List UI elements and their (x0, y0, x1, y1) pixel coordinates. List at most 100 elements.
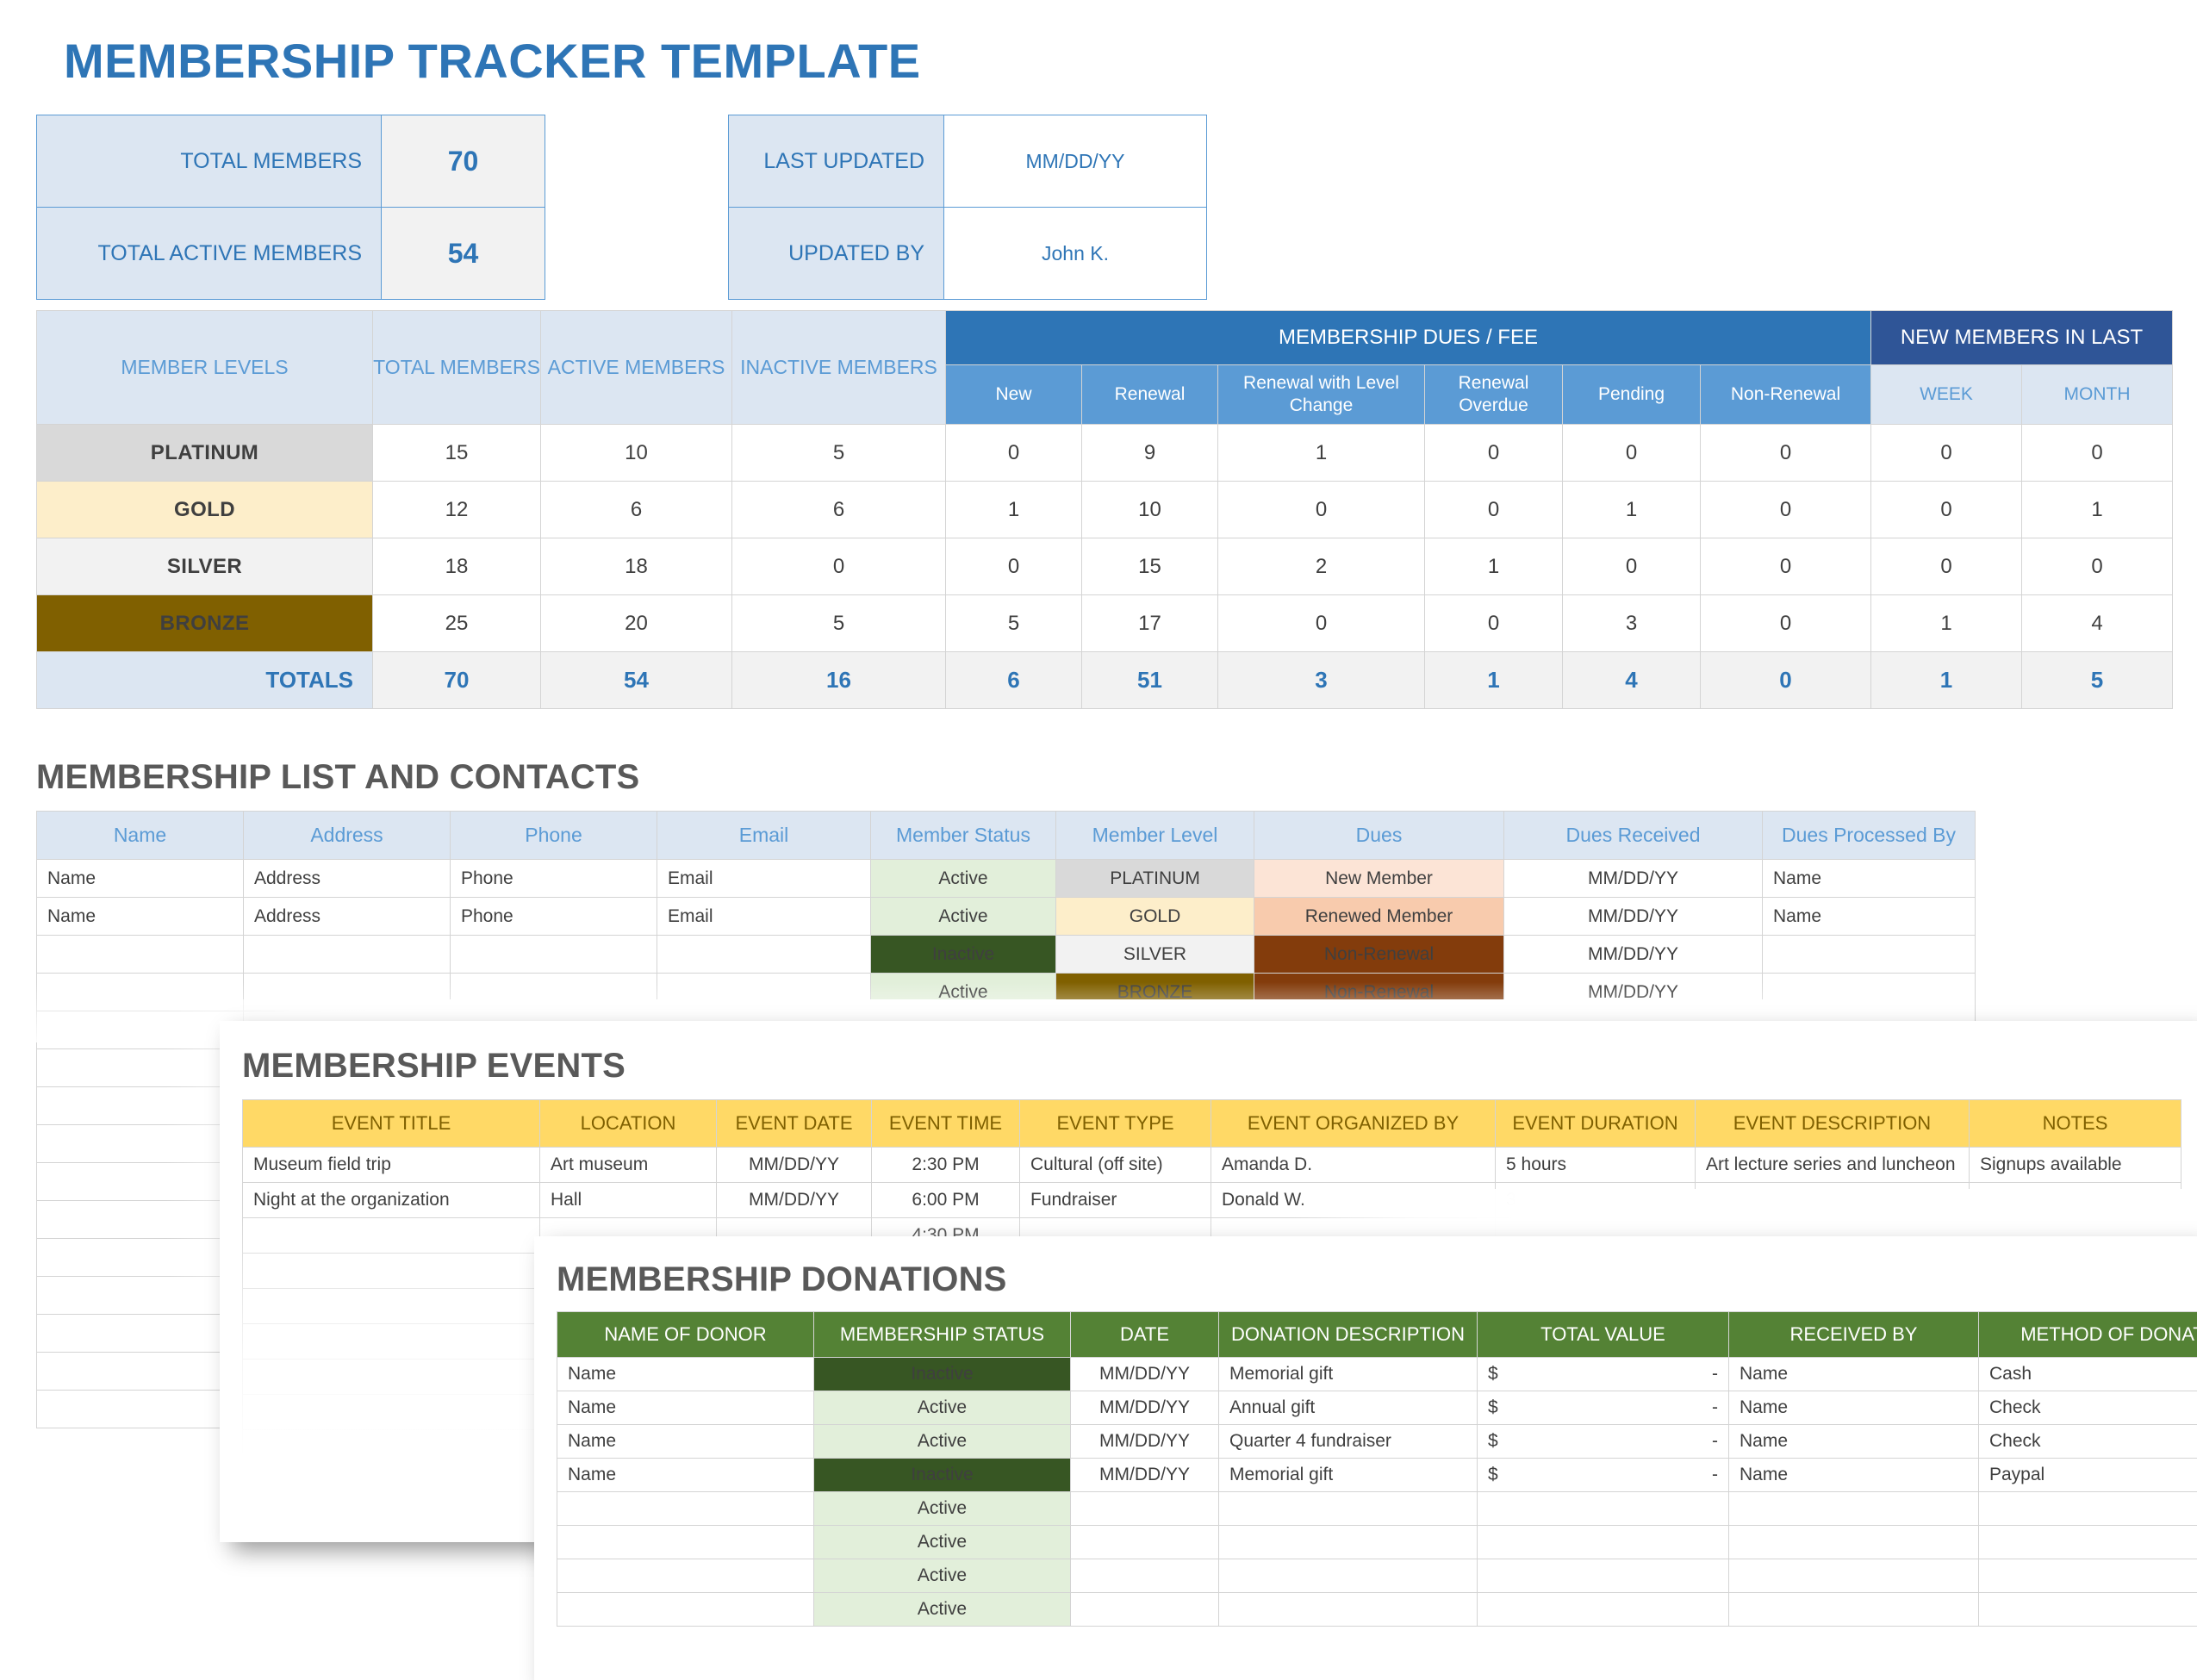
cell-empty[interactable] (36, 1352, 244, 1391)
cell-non-renewal[interactable]: 0 (1700, 538, 1871, 595)
cell-donation-description[interactable]: Annual gift (1218, 1391, 1478, 1425)
cell-event-title[interactable]: Night at the organization (242, 1182, 540, 1218)
cell-member-level[interactable]: PLATINUM (1055, 859, 1254, 898)
cell-name[interactable] (36, 973, 244, 1011)
total-active-members-value[interactable]: 54 (381, 207, 545, 300)
cell-dues[interactable]: Renewed Member (1254, 897, 1504, 936)
cell-event-time[interactable]: 6:00 PM (871, 1182, 1020, 1218)
cell-inactive[interactable]: 0 (731, 538, 946, 595)
cell-received-by[interactable]: Name (1728, 1458, 1979, 1492)
cell-received-by[interactable]: Name (1728, 1357, 1979, 1391)
cell-empty[interactable] (36, 1238, 244, 1277)
cell-non-renewal[interactable]: 0 (1700, 481, 1871, 538)
cell-received-by[interactable]: Name (1728, 1424, 1979, 1459)
cell-dues-processed-by[interactable]: Name (1762, 859, 1976, 898)
cell-total[interactable]: 18 (372, 538, 541, 595)
cell-empty[interactable] (36, 1162, 244, 1201)
cell-member-level[interactable]: GOLD (1055, 897, 1254, 936)
cell-month[interactable]: 0 (2021, 538, 2173, 595)
cell-empty[interactable] (36, 1086, 244, 1125)
cell-location[interactable]: Hall (539, 1182, 717, 1218)
cell-renewal[interactable]: 9 (1081, 424, 1218, 482)
cell-donation-description[interactable] (1218, 1559, 1478, 1593)
cell-month[interactable]: 0 (2021, 424, 2173, 482)
cell-address[interactable]: Address (243, 897, 451, 936)
cell-membership-status[interactable]: Inactive (813, 1458, 1071, 1492)
cell-new[interactable]: 5 (945, 594, 1082, 652)
cell-email[interactable] (657, 973, 871, 1011)
cell-donation-description[interactable]: Quarter 4 fundraiser (1218, 1424, 1478, 1459)
cell-month[interactable]: 4 (2021, 594, 2173, 652)
cell-name[interactable] (36, 935, 244, 974)
cell-donation-description[interactable] (1218, 1525, 1478, 1559)
cell-empty[interactable] (242, 1323, 540, 1360)
updated-by-value[interactable]: John K. (943, 207, 1207, 300)
cell-total-value[interactable] (1477, 1592, 1729, 1627)
cell-donation-description[interactable] (1218, 1491, 1478, 1526)
cell-empty[interactable] (36, 1124, 244, 1163)
cell-dues-received[interactable]: MM/DD/YY (1503, 973, 1763, 1011)
cell-total-value[interactable]: $ - (1477, 1458, 1729, 1492)
cell-pending[interactable]: 0 (1562, 538, 1701, 595)
cell-donation-description[interactable]: Memorial gift (1218, 1458, 1478, 1492)
cell-event-date[interactable]: MM/DD/YY (716, 1147, 872, 1183)
cell-empty[interactable] (36, 1390, 244, 1428)
cell-total-value[interactable]: $ - (1477, 1424, 1729, 1459)
cell-renewal-overdue[interactable]: 0 (1424, 424, 1563, 482)
cell-address[interactable]: Address (243, 859, 451, 898)
cell-dues-received[interactable]: MM/DD/YY (1503, 935, 1763, 974)
cell-dues[interactable]: Non-Renewal (1254, 935, 1504, 974)
cell-empty[interactable] (242, 1465, 540, 1501)
cell-total[interactable]: 12 (372, 481, 541, 538)
cell-donor[interactable] (557, 1491, 814, 1526)
cell-pending[interactable]: 3 (1562, 594, 1701, 652)
cell-name[interactable] (36, 1011, 244, 1049)
cell-empty[interactable] (242, 1359, 540, 1395)
cell-received-by[interactable] (1728, 1525, 1979, 1559)
cell-renewal-overdue[interactable]: 1 (1424, 538, 1563, 595)
cell-event-time[interactable]: 2:30 PM (871, 1147, 1020, 1183)
cell-pending[interactable]: 1 (1562, 481, 1701, 538)
cell-inactive[interactable]: 5 (731, 594, 946, 652)
cell-received-by[interactable]: Name (1728, 1391, 1979, 1425)
cell-donation-description[interactable] (1218, 1592, 1478, 1627)
cell-membership-status[interactable]: Active (813, 1525, 1071, 1559)
cell-empty[interactable] (242, 1429, 540, 1465)
cell-method[interactable]: Paypal (1978, 1458, 2197, 1492)
cell-date[interactable]: MM/DD/YY (1070, 1357, 1219, 1391)
cell-address[interactable] (243, 973, 451, 1011)
cell-donor[interactable] (557, 1559, 814, 1593)
cell-method[interactable] (1978, 1491, 2197, 1526)
cell-pending[interactable]: 0 (1562, 424, 1701, 482)
cell-event-type[interactable]: Fundraiser (1019, 1182, 1211, 1218)
cell-member-status[interactable]: Active (870, 859, 1056, 898)
cell-renewal-level-change[interactable]: 0 (1217, 481, 1425, 538)
cell-membership-status[interactable]: Active (813, 1559, 1071, 1593)
cell-email[interactable] (657, 935, 871, 974)
cell-renewal-overdue[interactable]: 0 (1424, 481, 1563, 538)
cell-renewal[interactable]: 17 (1081, 594, 1218, 652)
cell-event-title[interactable] (242, 1217, 540, 1254)
cell-dues-received[interactable]: MM/DD/YY (1503, 859, 1763, 898)
cell-name[interactable]: Name (36, 897, 244, 936)
cell-donor[interactable]: Name (557, 1391, 814, 1425)
cell-active[interactable]: 10 (540, 424, 732, 482)
cell-renewal-level-change[interactable]: 0 (1217, 594, 1425, 652)
cell-method[interactable] (1978, 1559, 2197, 1593)
cell-empty[interactable] (36, 1314, 244, 1353)
cell-renewal-level-change[interactable]: 2 (1217, 538, 1425, 595)
cell-phone[interactable]: Phone (450, 859, 657, 898)
cell-empty[interactable] (36, 1048, 244, 1087)
cell-donor[interactable] (557, 1592, 814, 1627)
cell-renewal-overdue[interactable]: 0 (1424, 594, 1563, 652)
cell-member-level[interactable]: BRONZE (1055, 973, 1254, 1011)
cell-inactive[interactable]: 5 (731, 424, 946, 482)
cell-total-value[interactable]: $ - (1477, 1357, 1729, 1391)
cell-email[interactable]: Email (657, 859, 871, 898)
cell-total[interactable]: 25 (372, 594, 541, 652)
cell-member-level[interactable]: SILVER (1055, 935, 1254, 974)
cell-date[interactable]: MM/DD/YY (1070, 1391, 1219, 1425)
cell-member-status[interactable]: Inactive (870, 935, 1056, 974)
total-members-value[interactable]: 70 (381, 115, 545, 208)
cell-renewal-level-change[interactable]: 1 (1217, 424, 1425, 482)
